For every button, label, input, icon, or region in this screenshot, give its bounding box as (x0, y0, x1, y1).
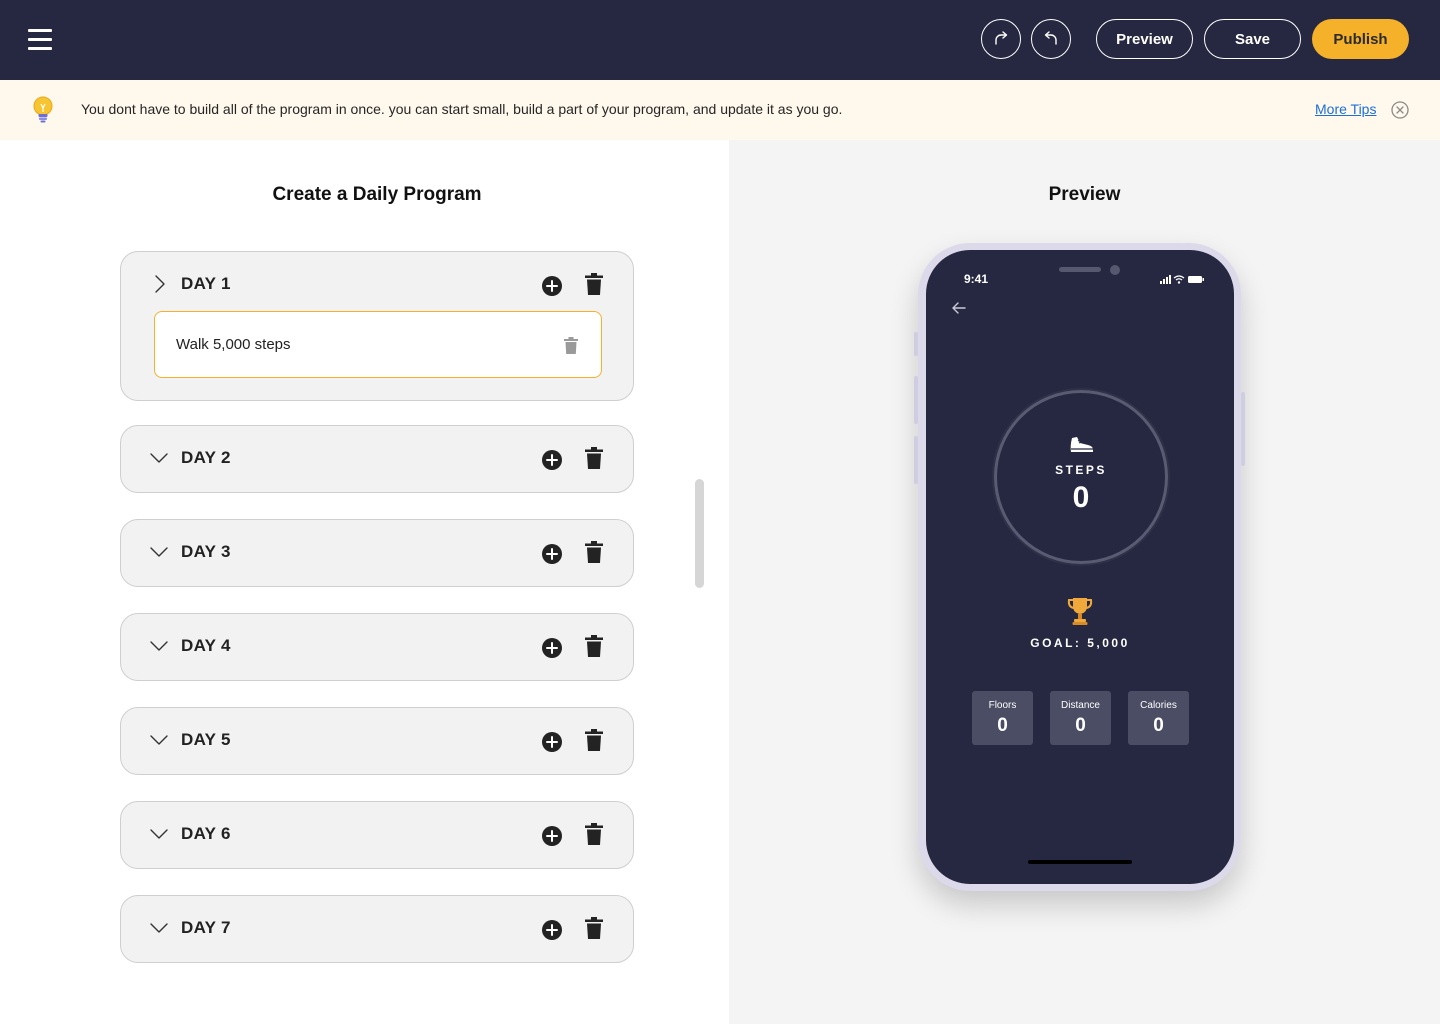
trash-icon[interactable] (585, 823, 603, 845)
trash-icon[interactable] (585, 729, 603, 751)
phone-time: 9:41 (964, 272, 989, 286)
stat-card-distance: Distance 0 (1050, 691, 1111, 745)
redo-icon (995, 31, 1008, 45)
undo-button[interactable] (1031, 19, 1071, 59)
phone-side-button (914, 332, 918, 356)
trash-icon[interactable] (585, 917, 603, 939)
day-card-2: DAY 2 (120, 425, 634, 493)
stat-value: 0 (1075, 715, 1086, 736)
chevron-down-icon[interactable] (149, 636, 169, 656)
stat-label: Floors (988, 700, 1017, 711)
day-label: DAY 4 (181, 636, 231, 655)
day-header: DAY 3 (121, 520, 633, 586)
phone-side-button (1241, 392, 1245, 466)
scrollbar-thumb[interactable] (695, 479, 704, 588)
day-card-3: DAY 3 (120, 519, 634, 587)
preview-button[interactable]: Preview (1096, 19, 1193, 59)
add-circle-icon[interactable] (541, 449, 563, 471)
day-label: DAY 5 (181, 730, 231, 749)
add-circle-icon[interactable] (541, 543, 563, 565)
day-header: DAY 7 (121, 896, 633, 962)
day-card-1: DAY 1 Walk 5,000 steps (120, 251, 634, 401)
trash-icon[interactable] (585, 635, 603, 657)
day-label: DAY 6 (181, 824, 231, 843)
chevron-right-icon[interactable] (149, 274, 169, 294)
phone-screen: 9:41 STEPS 0 GOAL: 5,000 Floors 0 Distan… (926, 250, 1234, 884)
day-header: DAY 6 (121, 802, 633, 868)
trash-icon[interactable] (585, 447, 603, 469)
chevron-down-icon[interactable] (149, 730, 169, 750)
stat-value: 0 (1153, 715, 1164, 736)
tip-banner: You dont have to build all of the progra… (0, 80, 1440, 140)
chevron-down-icon[interactable] (149, 542, 169, 562)
editor-title: Create a Daily Program (272, 184, 482, 205)
chevron-down-icon[interactable] (149, 448, 169, 468)
day-card-5: DAY 5 (120, 707, 634, 775)
shoe-icon (1070, 437, 1093, 452)
top-bar: Preview Save Publish (0, 0, 1440, 80)
day-card-4: DAY 4 (120, 613, 634, 681)
undo-icon (1044, 31, 1057, 45)
day-label: DAY 2 (181, 448, 231, 467)
task-item[interactable]: Walk 5,000 steps (154, 311, 602, 378)
trash-icon[interactable] (585, 541, 603, 563)
task-label: Walk 5,000 steps (176, 336, 291, 353)
trophy-icon (1067, 598, 1093, 625)
save-button[interactable]: Save (1204, 19, 1301, 59)
add-circle-icon[interactable] (541, 825, 563, 847)
stat-value: 0 (997, 715, 1008, 736)
day-card-7: DAY 7 (120, 895, 634, 963)
add-circle-icon[interactable] (541, 731, 563, 753)
stat-label: Calories (1140, 700, 1177, 711)
steps-progress-ring (994, 390, 1168, 564)
phone-side-button (914, 376, 918, 424)
lightbulb-icon (33, 96, 53, 123)
add-circle-icon[interactable] (541, 275, 563, 297)
stat-label: Distance (1061, 700, 1100, 711)
stat-card-calories: Calories 0 (1128, 691, 1189, 745)
more-tips-link[interactable]: More Tips (1315, 101, 1376, 117)
publish-button[interactable]: Publish (1312, 19, 1409, 59)
phone-camera (1110, 265, 1120, 275)
day-header: DAY 4 (121, 614, 633, 680)
tip-text: You dont have to build all of the progra… (81, 101, 843, 117)
day-header: DAY 5 (121, 708, 633, 774)
phone-speaker (1059, 267, 1101, 272)
close-circle-icon[interactable] (1391, 101, 1409, 119)
day-label: DAY 1 (181, 274, 231, 293)
home-indicator (1028, 860, 1132, 864)
add-circle-icon[interactable] (541, 919, 563, 941)
add-circle-icon[interactable] (541, 637, 563, 659)
redo-button[interactable] (981, 19, 1021, 59)
trash-icon[interactable] (564, 337, 578, 354)
phone-side-button (914, 436, 918, 484)
day-header: DAY 2 (121, 426, 633, 492)
trash-icon[interactable] (585, 273, 603, 295)
day-label: DAY 3 (181, 542, 231, 561)
day-header: DAY 1 (121, 252, 633, 318)
day-label: DAY 7 (181, 918, 231, 937)
preview-title: Preview (1048, 184, 1121, 205)
hamburger-menu-icon[interactable] (28, 28, 52, 52)
back-arrow-icon[interactable] (950, 300, 968, 316)
chevron-down-icon[interactable] (149, 824, 169, 844)
day-card-6: DAY 6 (120, 801, 634, 869)
steps-value: 0 (1072, 481, 1090, 514)
status-bar-icons (1160, 275, 1204, 284)
goal-label: GOAL: 5,000 (1030, 636, 1130, 650)
chevron-down-icon[interactable] (149, 918, 169, 938)
steps-label: STEPS (1055, 463, 1107, 477)
stat-card-floors: Floors 0 (972, 691, 1033, 745)
